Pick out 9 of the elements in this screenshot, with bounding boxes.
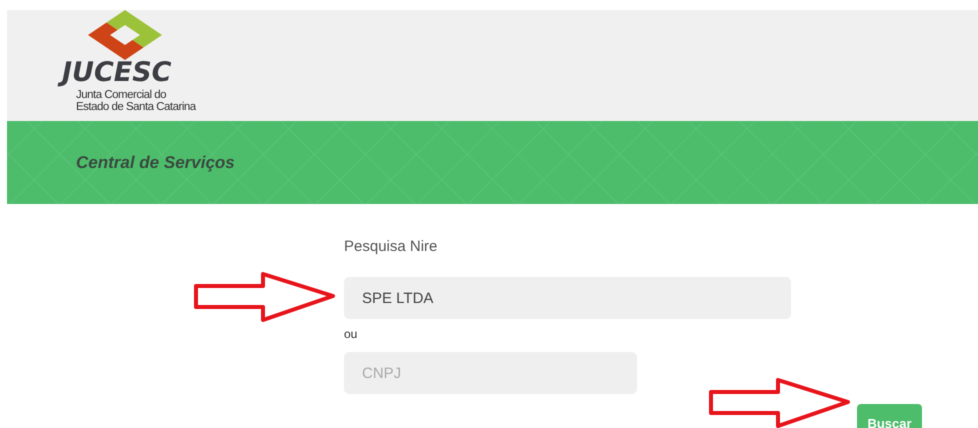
input-field[interactable]: SPE LTDA	[344, 277, 791, 319]
banner-title: Central de Serviços	[76, 152, 235, 174]
input-field[interactable]: CNPJ	[344, 352, 637, 394]
logo-wordmark: JUCESC	[60, 57, 178, 89]
logo-subtitle: Junta Comercial do	[76, 89, 168, 101]
logo-subtitle: Estado de Santa Catarina	[76, 101, 198, 113]
form-heading: Pesquisa Nire	[344, 237, 438, 257]
separator-text: ou	[344, 327, 358, 341]
logo-diamond-icon	[88, 10, 162, 60]
